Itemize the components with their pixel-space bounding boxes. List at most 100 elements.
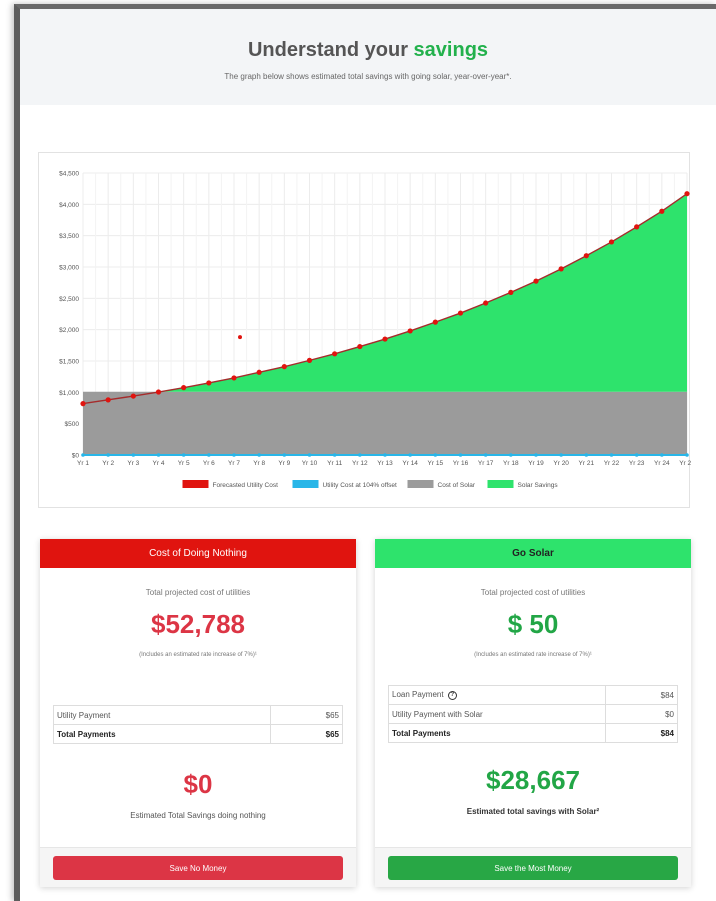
legend-swatch [292, 480, 319, 488]
utility-104-offset-point [685, 453, 689, 457]
forecasted-utility-point [357, 343, 363, 350]
question-circle-icon[interactable]: ? [447, 690, 457, 700]
forecasted-utility-point [432, 319, 438, 325]
forecasted-utility-point [306, 357, 313, 363]
payments-table: Utility Payment $65 Total Payments $65 [53, 705, 343, 744]
legend-swatch [407, 480, 434, 488]
go-solar-card: Go Solar Total projected cost of utiliti… [375, 539, 691, 887]
utility-104-offset-point [408, 453, 412, 457]
y-tick-label: $1,500 [59, 359, 79, 366]
utility-104-offset-point [559, 453, 563, 457]
cost-of-solar-area [83, 391, 687, 455]
forecasted-utility-point [483, 300, 489, 306]
table-row: Utility Payment $65 [53, 705, 343, 725]
x-tick-label: Yr 2 [102, 460, 114, 467]
projected-amount: $ 50 [507, 609, 559, 639]
x-tick-label: Yr 9 [278, 460, 290, 467]
forecasted-utility-point [332, 351, 338, 357]
forecasted-utility-point [533, 278, 539, 284]
forecasted-utility-point [256, 369, 262, 375]
x-tick-label: Yr 14 [402, 460, 418, 467]
page-frame: Understand your savings The graph below … [14, 4, 716, 901]
utility-104-offset-point [131, 453, 136, 457]
page-subtitle: The graph below shows estimated total sa… [224, 72, 512, 81]
utility-104-offset-point [660, 453, 664, 457]
legend-label: Forecasted Utility Cost [213, 482, 279, 489]
save-most-money-button[interactable]: Save the Most Money [388, 856, 678, 880]
utility-104-offset-point [383, 453, 387, 457]
y-tick-label: $3,500 [59, 233, 79, 240]
utility-104-offset-point [81, 453, 85, 457]
legend-label: Cost of Solar [438, 482, 476, 489]
card-header: Cost of Doing Nothing [40, 539, 356, 568]
card-footer: Save No Money [40, 847, 356, 887]
forecasted-utility-point [583, 253, 589, 259]
table-row: Utility Payment with Solar $0 [388, 704, 678, 724]
utility-104-offset-point [483, 453, 488, 457]
x-tick-label: Yr 17 [478, 460, 494, 467]
forecasted-utility-point [407, 328, 413, 334]
savings-amount: $28,667 [486, 765, 580, 795]
utility-104-offset-point [181, 453, 186, 457]
utility-104-offset-point [106, 453, 110, 457]
table-row: Loan Payment ? $84 [388, 685, 678, 705]
x-tick-label: Yr 6 [203, 460, 215, 467]
utility-104-offset-point [358, 453, 362, 457]
row-label: Utility Payment with Solar [388, 704, 606, 724]
stray-data-point [238, 335, 242, 340]
forecasted-utility-point [558, 266, 564, 272]
x-tick-label: Yr 8 [253, 460, 265, 467]
rate-note: (Includes an estimated rate increase of … [474, 652, 592, 658]
x-tick-label: Yr 11 [327, 460, 342, 467]
projected-label: Total projected cost of utilities [145, 588, 251, 597]
rate-note: (Includes an estimated rate increase of … [139, 652, 257, 658]
total-value: $65 [270, 724, 343, 744]
forecasted-utility-point [231, 375, 237, 381]
forecasted-utility-point [457, 310, 464, 316]
hero-section: Understand your savings The graph below … [20, 9, 716, 105]
total-label: Total Payments [53, 724, 271, 744]
total-label: Total Payments [388, 723, 606, 743]
utility-104-offset-point [257, 453, 261, 457]
forecasted-utility-point [608, 239, 615, 245]
savings-chart: $0 $500 $1,000 $1,500 $2,000 $2,500 $3,000 $3,5… [38, 152, 691, 508]
utility-104-offset-point [307, 453, 312, 457]
total-row: Total Payments $84 [388, 723, 678, 743]
x-tick-label: Yr 19 [528, 460, 544, 467]
y-tick-label: $2,000 [59, 327, 79, 334]
save-no-money-button[interactable]: Save No Money [53, 856, 343, 880]
x-tick-label: Yr 24 [654, 460, 670, 467]
x-tick-label: Yr 10 [302, 460, 318, 467]
forecasted-utility-point [634, 224, 640, 230]
x-tick-label: Yr 18 [503, 460, 519, 467]
cost-of-doing-nothing-card: Cost of Doing Nothing Total projected co… [40, 539, 356, 887]
x-tick-label: Yr 22 [604, 460, 620, 467]
row-value: $0 [605, 704, 678, 724]
row-label: Utility Payment [53, 705, 271, 725]
legend-swatch [487, 480, 514, 488]
utility-104-offset-point [634, 453, 639, 457]
title-main: Understand your [247, 39, 408, 61]
x-tick-label: Yr 23 [629, 460, 645, 467]
x-tick-label: Yr 7 [228, 460, 240, 467]
y-tick-label: $2,500 [59, 296, 79, 303]
forecasted-utility-point [508, 289, 514, 295]
chart-svg: $0 $500 $1,000 $1,500 $2,000 $2,500 $3,000 $3,5… [59, 171, 691, 490]
title-accent: savings [413, 39, 489, 61]
forecasted-utility-point [105, 397, 111, 403]
total-value: $84 [605, 723, 678, 743]
utility-104-offset-point [584, 453, 589, 457]
forecasted-utility-point [181, 385, 187, 391]
savings-label: Estimated Total Savings doing nothing [130, 811, 266, 820]
forecasted-utility-point [659, 208, 665, 214]
x-tick-label: Yr 21 [579, 460, 595, 467]
utility-104-offset-point [609, 453, 614, 457]
x-tick-label: Yr 5 [178, 460, 190, 467]
x-tick-label: Yr 25 [679, 460, 691, 467]
x-tick-label: Yr 15 [428, 460, 444, 467]
projected-label: Total projected cost of utilities [480, 588, 586, 597]
y-tick-label: $3,000 [59, 265, 79, 272]
page-title: Understand your savings [20, 9, 716, 62]
utility-104-offset-point [207, 453, 211, 457]
legend-swatch [182, 480, 209, 488]
